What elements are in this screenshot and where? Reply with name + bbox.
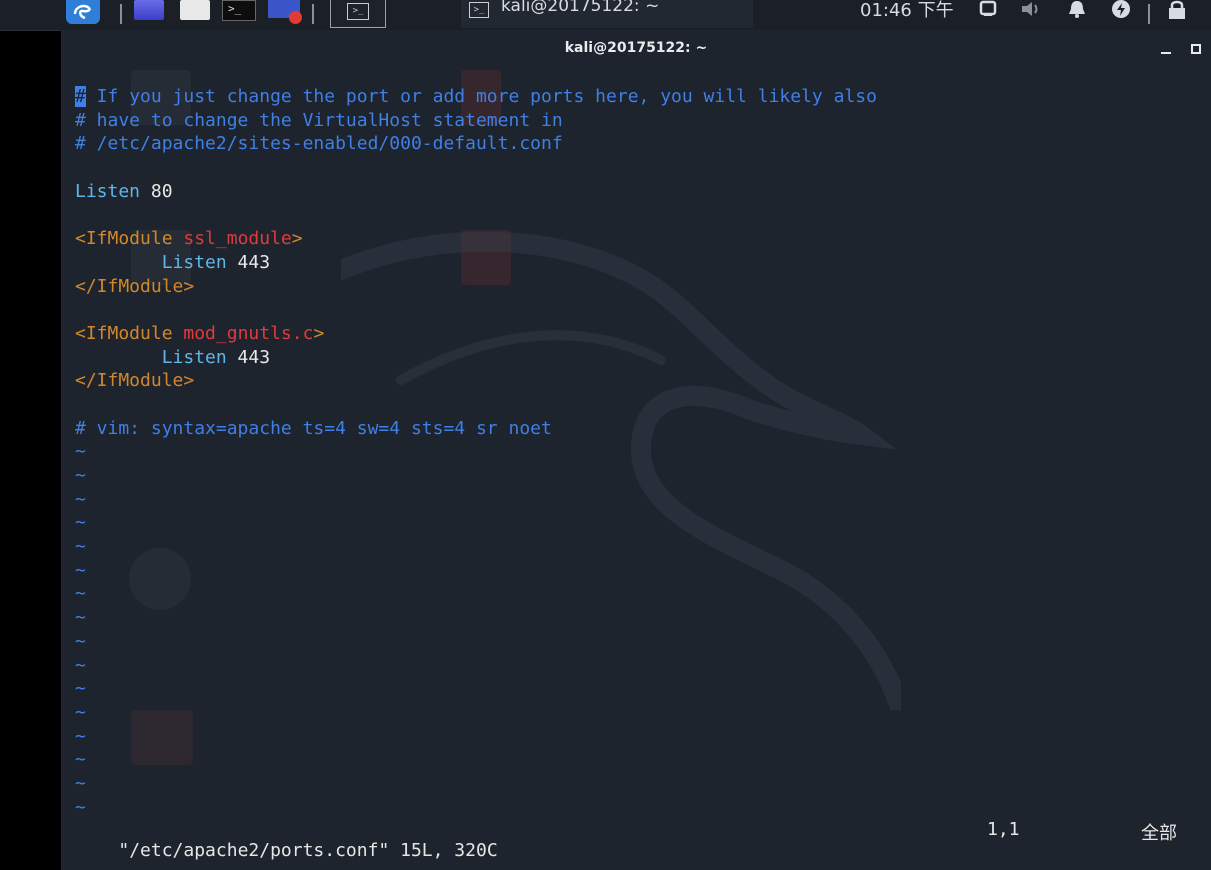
code-token: 443 [226,251,271,273]
text-cursor: # [75,86,86,107]
editor-line: <IfModule ssl_module> [75,227,877,251]
vim-editor-buffer[interactable]: # If you just change the port or add mor… [75,85,877,819]
empty-line-tilde: ~ [75,678,86,700]
workspace-icon[interactable]: >_ [330,0,386,28]
clock[interactable]: 01:46 下午 [860,0,954,22]
empty-line-tilde: ~ [75,583,86,605]
empty-line-tilde: ~ [75,749,86,771]
window-titlebar[interactable]: kali@20175122: ~ [61,30,1211,70]
editor-line: Listen 80 [75,180,877,204]
empty-line-tilde: ~ [75,441,86,463]
code-token: # have to change the VirtualHost stateme… [75,109,563,131]
code-token: Listen [75,251,227,273]
scroll-position: 全部 [1141,823,1177,844]
vim-status-line: "/etc/apache2/ports.conf" 15L, 320C 1,1 … [75,819,1195,861]
minimize-icon[interactable] [1161,52,1171,54]
empty-line-tilde: ~ [75,536,86,558]
code-token: ssl_module [172,228,292,250]
code-token: > [313,322,325,344]
panel-separator [120,4,122,24]
editor-line: </IfModule> [75,275,877,299]
terminal-window[interactable]: kali@20175122: ~ # If you just change th… [61,30,1211,870]
code-token: Listen [75,346,227,368]
editor-line: Listen 443 [75,346,877,370]
status-file-info: "/etc/apache2/ports.conf" 15L, 320C [118,840,498,861]
code-token: Listen [75,180,141,202]
code-token: # vim: syntax=apache ts=4 sw=4 sts=4 sr … [75,417,552,439]
empty-line-tilde: ~ [75,559,86,581]
terminal-icon[interactable]: >_ [222,0,256,21]
empty-line-tilde: ~ [75,772,86,794]
code-token: <IfModule [75,228,173,250]
code-token: 443 [226,346,271,368]
network-icon[interactable] [978,0,998,20]
panel-separator [312,4,314,24]
code-token: > [291,228,303,250]
empty-line-tilde: ~ [75,796,86,818]
code-token: </IfModule> [75,275,195,297]
lock-icon[interactable] [1166,0,1188,20]
code-token: </IfModule> [75,370,195,392]
code-token: # /etc/apache2/sites-enabled/000-default… [75,133,563,155]
terminal-icon: >_ [469,2,489,18]
code-token: If you just change the port or add more … [85,86,877,107]
notification-icon[interactable] [1066,0,1088,20]
empty-line-tilde: ~ [75,488,86,510]
editor-line: # have to change the VirtualHost stateme… [75,109,877,133]
screen-recorder-icon[interactable] [268,0,302,24]
code-token: mod_gnutls.c [172,322,314,344]
window-title: kali@20175122: ~ [564,40,708,56]
editor-line: <IfModule mod_gnutls.c> [75,322,877,346]
panel-separator [1148,4,1150,24]
cursor-position: 1,1 [987,819,1020,840]
window-icon[interactable] [134,0,164,20]
editor-line: # If you just change the port or add mor… [75,85,877,109]
maximize-icon[interactable] [1191,44,1201,54]
editor-line: Listen 443 [75,251,877,275]
kali-menu-icon[interactable] [66,0,100,24]
empty-line-tilde: ~ [75,512,86,534]
empty-line-tilde: ~ [75,630,86,652]
taskbar-window-button[interactable]: >_ kali@20175122: ~ [461,0,753,28]
empty-line-tilde: ~ [75,654,86,676]
taskbar-window-title: kali@20175122: ~ [501,0,660,16]
empty-line-tilde: ~ [75,465,86,486]
editor-line: # vim: syntax=apache ts=4 sw=4 sts=4 sr … [75,417,877,441]
empty-line-tilde: ~ [75,725,86,747]
power-icon[interactable] [1110,0,1132,20]
code-token: <IfModule [75,322,173,344]
volume-icon[interactable] [1020,0,1044,20]
empty-line-tilde: ~ [75,701,86,723]
editor-line: # /etc/apache2/sites-enabled/000-default… [75,132,877,156]
code-token: 80 [140,180,173,202]
editor-line: </IfModule> [75,369,877,393]
top-panel: >_ >_ >_ kali@20175122: ~ 01:46 下午 [0,0,1211,31]
empty-line-tilde: ~ [75,607,86,629]
file-manager-icon[interactable] [180,0,210,20]
